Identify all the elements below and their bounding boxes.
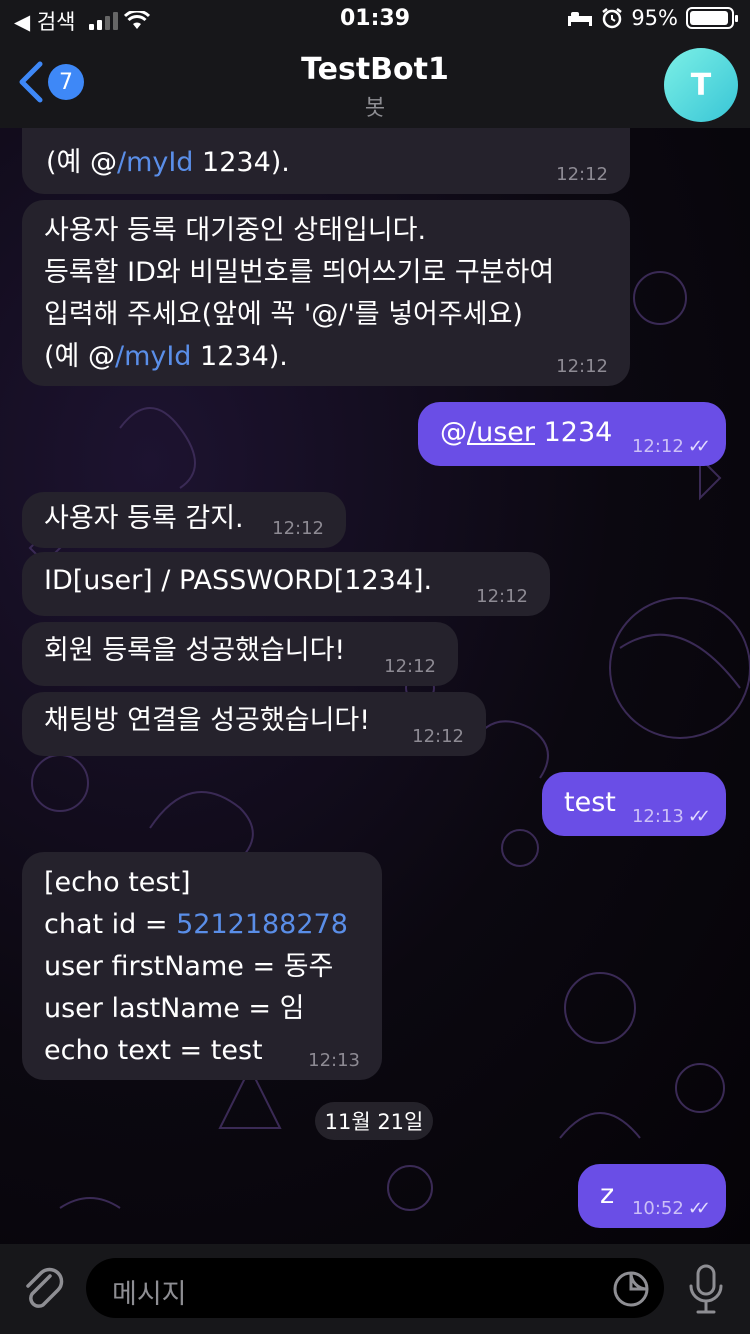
message-line: chat id = 5212188278	[44, 909, 348, 940]
message-time: 12:13 ✓✓	[631, 806, 711, 827]
chat-id-link[interactable]: 5212188278	[176, 909, 348, 940]
message-line: 사용자 등록 대기중인 상태입니다.	[44, 215, 427, 246]
incoming-message[interactable]: [echo test] chat id = 5212188278 user fi…	[22, 852, 382, 1080]
microphone-icon[interactable]	[686, 1262, 726, 1316]
sticker-icon[interactable]	[612, 1270, 650, 1308]
battery-percent: 95%	[631, 6, 678, 30]
avatar[interactable]: T	[664, 48, 738, 122]
message-input-placeholder: 메시지	[112, 1279, 187, 1310]
message-time: 12:12	[556, 164, 608, 185]
command-link[interactable]: /myId	[115, 341, 191, 372]
message-text: (예 @/myId 1234).	[46, 147, 290, 178]
message-line: 입력해 주세요(앞에 꼭 '@/'를 넣어주세요)	[44, 299, 523, 330]
status-right: 95%	[567, 6, 738, 30]
message-time: 12:12	[556, 356, 608, 377]
message-time: 12:13	[308, 1050, 360, 1071]
paperclip-icon[interactable]	[20, 1264, 66, 1314]
incoming-message[interactable]: (예 @/myId 1234). 12:12	[22, 128, 630, 194]
message-line: user lastName = 임	[44, 993, 305, 1024]
message-text: @/user 1234	[440, 417, 613, 448]
read-checkmarks-icon: ✓✓	[687, 436, 711, 457]
battery-icon	[686, 7, 738, 29]
message-text: 채팅방 연결을 성공했습니다!	[44, 705, 371, 736]
incoming-message[interactable]: 회원 등록을 성공했습니다! 12:12	[22, 622, 458, 686]
message-input[interactable]: 메시지	[86, 1258, 664, 1318]
compose-bar: 메시지	[0, 1244, 750, 1334]
message-line: [echo test]	[44, 867, 191, 898]
bed-icon	[568, 12, 593, 26]
message-text: test	[564, 787, 616, 818]
alarm-icon	[602, 8, 623, 29]
date-separator: 11월 21일	[315, 1102, 433, 1140]
incoming-message[interactable]: 채팅방 연결을 성공했습니다! 12:12	[22, 692, 486, 756]
incoming-message[interactable]: ID[user] / PASSWORD[1234]. 12:12	[22, 552, 550, 616]
incoming-message[interactable]: 사용자 등록 대기중인 상태입니다. 등록할 ID와 비밀번호를 띄어쓰기로 구…	[22, 200, 630, 386]
message-line: user firstName = 동주	[44, 951, 334, 982]
outgoing-message[interactable]: test 12:13 ✓✓	[542, 772, 726, 836]
message-time: 12:12	[476, 586, 528, 607]
read-checkmarks-icon: ✓✓	[687, 1198, 711, 1219]
status-bar: ◀ 검색 01:39 95%	[0, 0, 750, 40]
message-time: 12:12	[412, 726, 464, 747]
message-line: (예 @/myId 1234).	[44, 341, 288, 372]
outgoing-message[interactable]: @/user 1234 12:12 ✓✓	[418, 402, 726, 466]
message-text: 사용자 등록 감지.	[44, 503, 244, 534]
outgoing-message[interactable]: z 10:52 ✓✓	[578, 1164, 726, 1228]
incoming-message[interactable]: 사용자 등록 감지. 12:12	[22, 492, 346, 548]
message-time: 12:12 ✓✓	[631, 436, 711, 457]
command-link[interactable]: /myId	[117, 147, 193, 178]
message-text: ID[user] / PASSWORD[1234].	[44, 565, 433, 596]
command-link[interactable]: /user	[467, 417, 535, 448]
message-time: 10:52 ✓✓	[631, 1198, 711, 1219]
chat-subtitle: 봇	[364, 96, 386, 121]
message-text: z	[600, 1179, 615, 1210]
chat-header: 7 TestBot1 봇 T	[0, 40, 750, 128]
message-time: 12:12	[384, 656, 436, 677]
message-text: 회원 등록을 성공했습니다!	[44, 635, 346, 666]
message-time: 12:12	[272, 518, 324, 539]
message-line: 등록할 ID와 비밀번호를 띄어쓰기로 구분하여	[44, 257, 555, 288]
message-list[interactable]: (예 @/myId 1234). 12:12 사용자 등록 대기중인 상태입니다…	[0, 128, 750, 1244]
chat-title[interactable]: TestBot1	[0, 52, 750, 87]
read-checkmarks-icon: ✓✓	[687, 806, 711, 827]
